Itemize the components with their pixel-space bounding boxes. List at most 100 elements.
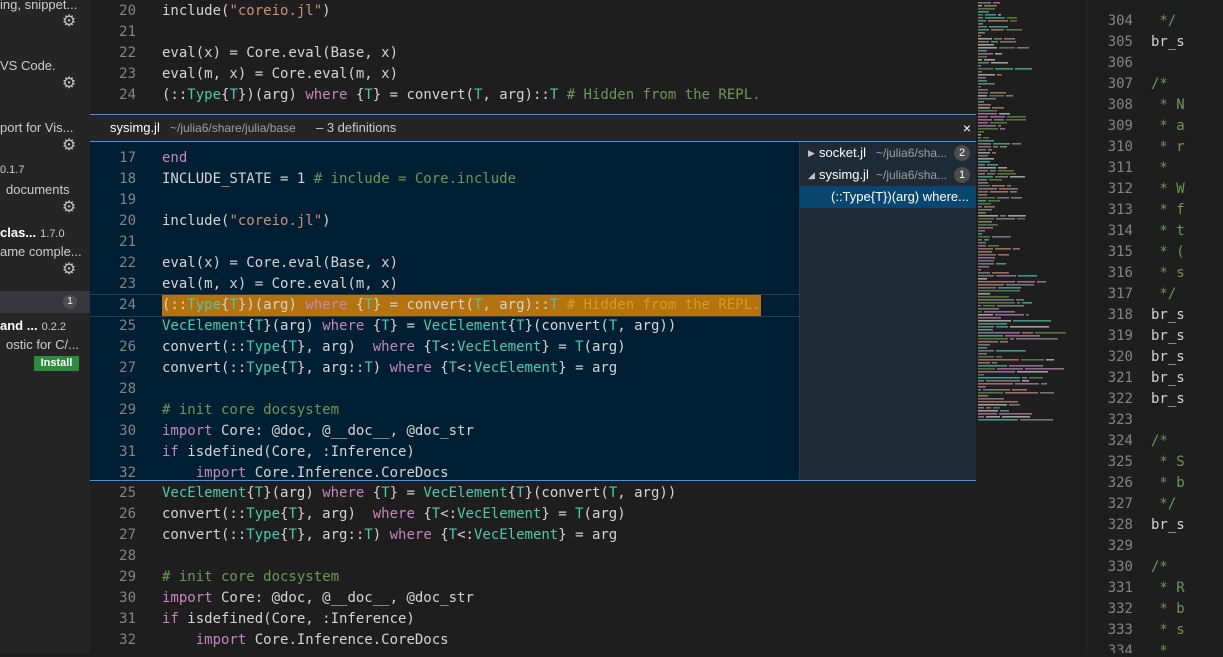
extension-item[interactable]: clas... 1.7.0 ame comple... ⚙: [0, 225, 90, 281]
line-number[interactable]: 317: [1087, 284, 1133, 305]
code-line[interactable]: 308 * N: [1087, 95, 1223, 116]
line-number[interactable]: 326: [1087, 473, 1133, 494]
code-line[interactable]: 24 (::Type{T})(arg) where {T} = convert(T…: [90, 85, 976, 106]
line-number[interactable]: 315: [1087, 242, 1133, 263]
chevron-down-icon[interactable]: ◢: [808, 164, 815, 186]
code-line[interactable]: 25 VecElement{T}(arg) where {T} = VecElem…: [90, 316, 799, 337]
gear-icon[interactable]: ⚙: [61, 138, 77, 154]
line-number[interactable]: 323: [1087, 410, 1133, 431]
line-number[interactable]: 23: [90, 274, 136, 295]
line-number[interactable]: 308: [1087, 95, 1133, 116]
code-line[interactable]: 316 * s: [1087, 263, 1223, 284]
line-number[interactable]: 24: [90, 85, 136, 106]
code-line[interactable]: 317 */: [1087, 284, 1223, 305]
code-line[interactable]: 21: [90, 232, 799, 253]
line-number[interactable]: 27: [90, 358, 136, 379]
line-number[interactable]: 31: [90, 609, 136, 630]
code-line[interactable]: 32 import Core.Inference.CoreDocs: [90, 463, 799, 480]
code-line[interactable]: 31 if isdefined(Core, :Inference): [90, 442, 799, 463]
line-number[interactable]: 313: [1087, 200, 1133, 221]
line-number[interactable]: 333: [1087, 620, 1133, 641]
code-line[interactable]: 23 eval(m, x) = Core.eval(m, x): [90, 274, 799, 295]
line-number[interactable]: 320: [1087, 347, 1133, 368]
code-line[interactable]: 314 * t: [1087, 221, 1223, 242]
extension-item[interactable]: 0.1.7 documents ⚙: [0, 164, 90, 220]
code-line[interactable]: 28: [90, 379, 799, 400]
code-line[interactable]: 324 /*: [1087, 431, 1223, 452]
code-line[interactable]: 325 * S: [1087, 452, 1223, 473]
line-number[interactable]: 332: [1087, 599, 1133, 620]
code-line[interactable]: 32 import Core.Inference.CoreDocs: [90, 630, 976, 651]
line-number[interactable]: 311: [1087, 158, 1133, 179]
line-number[interactable]: 312: [1087, 179, 1133, 200]
code-line[interactable]: 307 /*: [1087, 74, 1223, 95]
line-number[interactable]: 304: [1087, 11, 1133, 32]
split-editor-right[interactable]: * 304 */305 br_s 306 307/* 308 * N 309 * a 310…: [1087, 0, 1223, 653]
close-icon[interactable]: ×: [960, 115, 974, 141]
code-line[interactable]: 311 *: [1087, 158, 1223, 179]
line-number[interactable]: 20: [90, 211, 136, 232]
line-number[interactable]: 318: [1087, 305, 1133, 326]
line-number[interactable]: 307: [1087, 74, 1133, 95]
code-line[interactable]: 305 br_s: [1087, 32, 1223, 53]
code-line[interactable]: 332 * b: [1087, 599, 1223, 620]
code-line[interactable]: 27 convert(::Type{T}, arg::T) where {T<:V…: [90, 358, 799, 379]
code-line[interactable]: 322 br_s: [1087, 389, 1223, 410]
line-number[interactable]: 322: [1087, 389, 1133, 410]
line-number[interactable]: 329: [1087, 536, 1133, 557]
code-line[interactable]: 321 br_s: [1087, 368, 1223, 389]
line-number[interactable]: 331: [1087, 578, 1133, 599]
code-line[interactable]: 29 # init core docsystem: [90, 400, 799, 421]
line-number[interactable]: 28: [90, 379, 136, 400]
code-line[interactable]: 31 if isdefined(Core, :Inference): [90, 609, 976, 630]
code-line[interactable]: *: [1087, 0, 1223, 11]
line-number[interactable]: 27: [90, 525, 136, 546]
line-number[interactable]: 22: [90, 253, 136, 274]
line-number[interactable]: 18: [90, 169, 136, 190]
line-number[interactable]: 26: [90, 504, 136, 525]
peek-code-editor[interactable]: 16 result17end18INCLUDE_STATE = 1 # incl…: [90, 142, 799, 480]
code-line[interactable]: 26 convert(::Type{T}, arg) where {T<:VecE…: [90, 337, 799, 358]
gear-icon[interactable]: ⚙: [61, 14, 77, 30]
line-number[interactable]: 31: [90, 442, 136, 463]
code-line[interactable]: 29 # init core docsystem: [90, 567, 976, 588]
code-line[interactable]: 327 */: [1087, 494, 1223, 515]
line-number[interactable]: 309: [1087, 116, 1133, 137]
gear-icon[interactable]: ⚙: [61, 200, 77, 216]
ref-file-socket[interactable]: ▶ socket.jl ~/julia6/sha... 2: [800, 142, 976, 164]
line-number[interactable]: 325: [1087, 452, 1133, 473]
code-line[interactable]: 30 import Core: @doc, @__doc__, @doc_str: [90, 421, 799, 442]
install-button[interactable]: Install: [34, 356, 79, 371]
line-number[interactable]: 324: [1087, 431, 1133, 452]
code-line[interactable]: 326 * b: [1087, 473, 1223, 494]
line-number[interactable]: 26: [90, 337, 136, 358]
code-line[interactable]: 310 * r: [1087, 137, 1223, 158]
extension-item[interactable]: ing, snippet... ⚙: [0, 0, 90, 40]
line-number[interactable]: 330: [1087, 557, 1133, 578]
line-number[interactable]: 25: [90, 483, 136, 504]
line-number[interactable]: 24: [90, 295, 136, 316]
code-line[interactable]: 320 br_s: [1087, 347, 1223, 368]
code-line[interactable]: 329: [1087, 536, 1223, 557]
code-line[interactable]: 318 br_s: [1087, 305, 1223, 326]
code-line[interactable]: 331 * R: [1087, 578, 1223, 599]
line-number[interactable]: 21: [90, 232, 136, 253]
line-number[interactable]: 321: [1087, 368, 1133, 389]
code-line[interactable]: 27 convert(::Type{T}, arg::T) where {T<:V…: [90, 525, 976, 546]
chevron-right-icon[interactable]: ▶: [808, 142, 815, 164]
line-number[interactable]: 23: [90, 64, 136, 85]
line-number[interactable]: 17: [90, 148, 136, 169]
code-line[interactable]: 22 eval(x) = Core.eval(Base, x): [90, 253, 799, 274]
code-line[interactable]: 17 end: [90, 148, 799, 169]
extensions-group-header[interactable]: 1: [0, 291, 90, 313]
line-number[interactable]: 32: [90, 630, 136, 651]
code-line[interactable]: 21: [90, 22, 976, 43]
line-number[interactable]: 305: [1087, 32, 1133, 53]
code-line[interactable]: 333 * s: [1087, 620, 1223, 641]
line-number[interactable]: 30: [90, 421, 136, 442]
line-number[interactable]: 316: [1087, 263, 1133, 284]
code-line[interactable]: 30 import Core: @doc, @__doc__, @doc_str: [90, 588, 976, 609]
line-number[interactable]: 29: [90, 567, 136, 588]
code-line[interactable]: 313 * f: [1087, 200, 1223, 221]
line-number[interactable]: 32: [90, 463, 136, 480]
